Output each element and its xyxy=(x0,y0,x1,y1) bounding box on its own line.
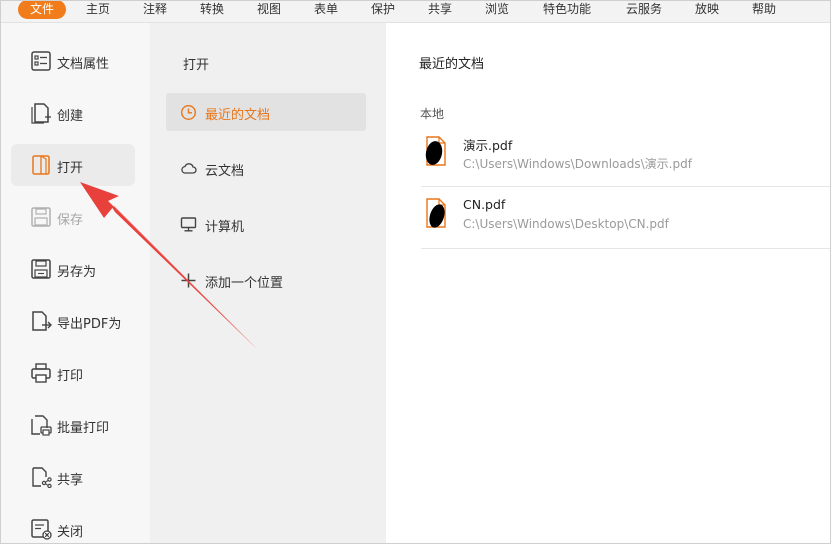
recent-documents-title: 最近的文档 xyxy=(419,57,485,72)
menu-browse[interactable]: 浏览 xyxy=(485,0,509,19)
menu-bar: 文件 主页 注释 转换 视图 表单 保护 共享 浏览 特色功能 云服务 放映 帮… xyxy=(0,0,831,23)
sidebar-item-save-as[interactable]: 另存为 xyxy=(11,248,135,290)
file-menu-sidebar: 文档属性 创建 打开 保存 另存为 导出PDF为 打印 批量打印 共享 关闭 xyxy=(0,23,150,544)
menu-convert[interactable]: 转换 xyxy=(200,0,224,19)
location-computer[interactable]: 计算机 xyxy=(166,205,366,243)
sidebar-item-open[interactable]: 打开 xyxy=(11,144,135,186)
local-section-label: 本地 xyxy=(420,107,445,121)
printer-icon xyxy=(31,363,51,383)
sidebar-item-label: 关闭 xyxy=(57,525,84,540)
location-recent-documents[interactable]: 最近的文档 xyxy=(166,93,366,131)
sidebar-item-label: 打印 xyxy=(57,369,84,384)
location-label: 计算机 xyxy=(205,220,245,235)
menu-view[interactable]: 视图 xyxy=(257,0,281,19)
document-properties-icon xyxy=(31,51,51,71)
file-path: C:\Users\Windows\Desktop\CN.pdf xyxy=(463,217,669,231)
open-locations-panel: 打开 最近的文档 云文档 计算机 添加一个位置 xyxy=(150,23,386,544)
recent-file-row[interactable]: 演示.pdf C:\Users\Windows\Downloads\演示.pdf xyxy=(421,126,831,187)
location-cloud-documents[interactable]: 云文档 xyxy=(166,149,366,187)
sidebar-item-label: 共享 xyxy=(57,473,84,488)
pdf-file-icon xyxy=(425,136,446,166)
share-icon xyxy=(32,467,52,488)
save-icon xyxy=(31,207,51,227)
close-document-icon xyxy=(31,519,52,540)
menu-file[interactable]: 文件 xyxy=(18,0,66,19)
sidebar-item-save[interactable]: 保存 xyxy=(11,196,135,238)
cloud-icon xyxy=(181,163,197,174)
file-name: CN.pdf xyxy=(463,197,506,212)
sidebar-item-label: 保存 xyxy=(57,213,84,228)
open-folder-icon xyxy=(32,155,50,175)
sidebar-item-print[interactable]: 打印 xyxy=(11,352,135,394)
sidebar-item-label: 打开 xyxy=(57,161,84,176)
menu-home[interactable]: 主页 xyxy=(86,0,110,19)
menu-help[interactable]: 帮助 xyxy=(752,0,776,19)
sidebar-item-label: 文档属性 xyxy=(57,57,110,72)
plus-icon xyxy=(181,273,196,288)
sidebar-item-document-properties[interactable]: 文档属性 xyxy=(11,40,135,82)
file-name: 演示.pdf xyxy=(463,138,513,153)
panel-heading: 打开 xyxy=(183,58,210,73)
file-path: C:\Users\Windows\Downloads\演示.pdf xyxy=(463,157,692,171)
sidebar-item-label: 创建 xyxy=(57,109,84,124)
sidebar-item-label: 另存为 xyxy=(57,265,97,280)
save-as-icon xyxy=(31,259,51,279)
sidebar-item-create[interactable]: 创建 xyxy=(11,92,135,134)
menu-slideshow[interactable]: 放映 xyxy=(695,0,719,19)
pdf-file-icon xyxy=(426,198,446,228)
sidebar-item-share[interactable]: 共享 xyxy=(11,456,135,498)
recent-file-row[interactable]: CN.pdf C:\Users\Windows\Desktop\CN.pdf xyxy=(421,188,831,249)
location-add-place[interactable]: 添加一个位置 xyxy=(166,261,366,299)
sidebar-item-batch-print[interactable]: 批量打印 xyxy=(11,404,135,446)
menu-features[interactable]: 特色功能 xyxy=(543,0,591,19)
menu-protect[interactable]: 保护 xyxy=(371,0,395,19)
location-label: 添加一个位置 xyxy=(205,276,284,291)
menu-annotate[interactable]: 注释 xyxy=(143,0,167,19)
recent-documents-panel: 最近的文档 本地 演示.pdf C:\Users\Windows\Downloa… xyxy=(386,23,831,544)
location-label: 云文档 xyxy=(205,164,245,179)
create-document-icon xyxy=(31,103,51,124)
menu-cloud[interactable]: 云服务 xyxy=(626,0,662,19)
sidebar-item-label: 批量打印 xyxy=(57,421,110,436)
menu-share[interactable]: 共享 xyxy=(428,0,452,19)
sidebar-item-export-pdf[interactable]: 导出PDF为 xyxy=(11,300,135,342)
menu-form[interactable]: 表单 xyxy=(314,0,338,19)
clock-icon xyxy=(180,104,197,121)
batch-print-icon xyxy=(31,415,52,436)
export-pdf-icon xyxy=(32,311,52,331)
location-label: 最近的文档 xyxy=(205,108,271,123)
sidebar-item-label: 导出PDF为 xyxy=(57,317,122,332)
computer-icon xyxy=(180,217,197,232)
